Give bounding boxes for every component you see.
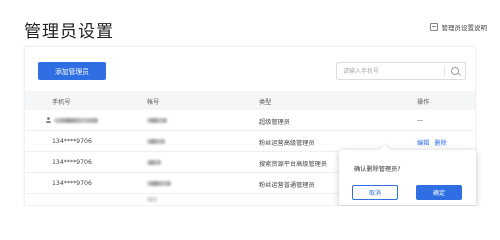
bottom-cutoff [0,206,500,235]
help-link-label: 管理员设置说明 [441,24,488,32]
phone-cell: 134****9706 [52,138,92,145]
action-none: — [417,117,424,124]
delete-link[interactable]: 删除 [434,140,446,147]
confirm-button[interactable]: 确定 [416,185,462,200]
column-header-type: 类型 [259,99,272,106]
phone-cell [46,117,98,124]
phone-cell: 134****9706 [52,159,92,166]
column-header-phone: 手机号 [52,99,71,106]
account-redacted [147,117,167,124]
search-input[interactable] [343,64,443,78]
column-header-actions: 操作 [417,99,430,106]
add-admin-button[interactable]: 添加管理员 [38,62,106,80]
user-icon [46,117,51,123]
column-header-account: 帐号 [147,99,160,106]
account-redacted [147,138,165,145]
phone-redacted [54,117,98,123]
type-cell: 粉丝运营普通管理员 [259,182,315,189]
help-link[interactable]: 管理员设置说明 [429,22,488,32]
account-redacted [147,159,161,166]
table-row: 134****9706 粉丝运营高级管理员 编辑 删除 [25,131,475,152]
delete-confirm-popover: 确认删除管理员? 取消 确定 [339,150,476,205]
type-cell: 超级管理员 [259,119,290,126]
table-row: 超级管理员 — [25,110,475,131]
edit-link[interactable]: 编辑 [417,140,429,147]
search-divider [444,66,445,76]
search-icon[interactable] [451,67,459,75]
phone-cell: 134****9706 [52,180,92,187]
table-header: 手机号 帐号 类型 操作 [25,91,475,110]
cancel-button[interactable]: 取消 [352,185,398,200]
account-redacted [147,196,157,203]
page-title: 管理员设置 [24,22,114,42]
search-box [336,62,466,80]
type-cell: 搜索资源平台高级管理员 [259,161,328,168]
account-redacted [147,180,171,187]
actions-cell: 编辑 删除 [417,138,452,147]
help-doc-icon [429,23,438,31]
type-cell: 粉丝运营高级管理员 [259,140,315,147]
popconfirm-message: 确认删除管理员? [354,166,401,173]
